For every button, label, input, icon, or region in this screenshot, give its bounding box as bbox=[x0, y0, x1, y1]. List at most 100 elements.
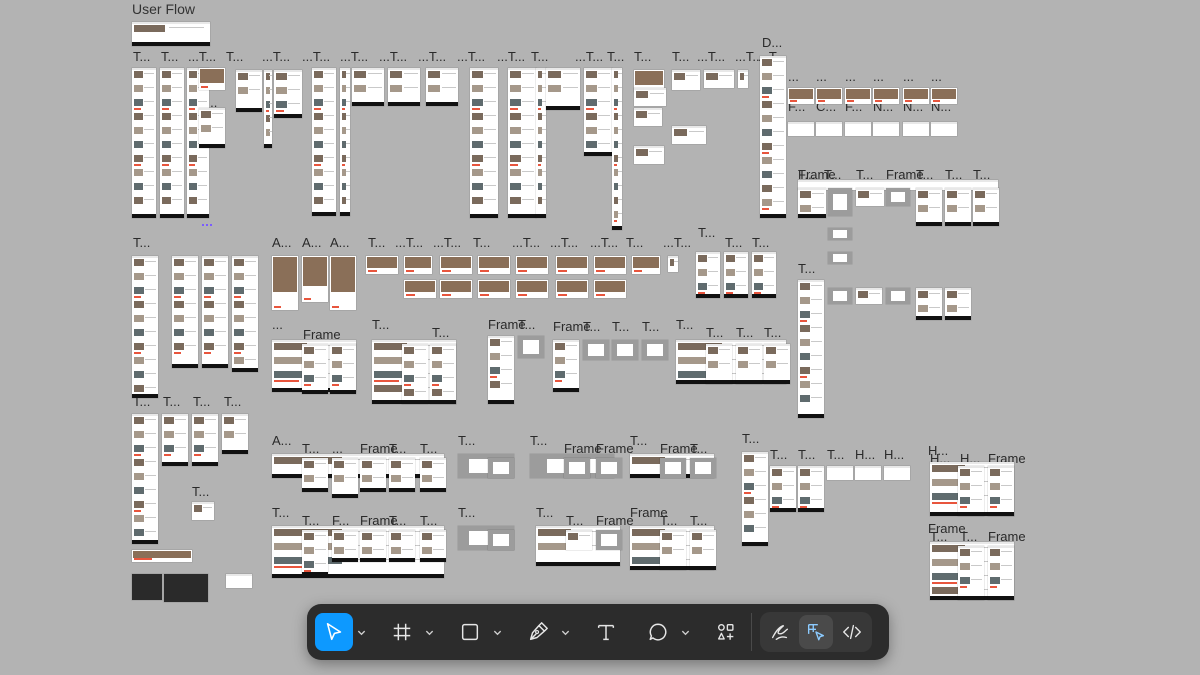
frame-name-label[interactable]: T... bbox=[642, 320, 659, 334]
frame-name-label[interactable]: ...T... bbox=[663, 236, 691, 250]
frame-name-label[interactable]: ... bbox=[816, 70, 827, 84]
frame-thumbnail[interactable] bbox=[302, 530, 328, 576]
frame-thumbnail[interactable] bbox=[226, 574, 252, 588]
frame-thumbnail[interactable] bbox=[690, 458, 716, 478]
frame-thumbnail[interactable] bbox=[764, 344, 790, 384]
frame-thumbnail[interactable] bbox=[264, 70, 272, 148]
frame-thumbnail[interactable] bbox=[426, 68, 458, 106]
frame-thumbnail[interactable] bbox=[132, 68, 156, 218]
frame-thumbnail[interactable] bbox=[330, 256, 356, 310]
frame-name-label[interactable]: T... bbox=[676, 318, 693, 332]
frame-name-label[interactable]: T... bbox=[458, 434, 475, 448]
frame-thumbnail[interactable] bbox=[202, 256, 228, 368]
frame-name-label[interactable]: T... bbox=[798, 262, 815, 276]
frame-thumbnail[interactable] bbox=[988, 466, 1014, 516]
frame-thumbnail[interactable] bbox=[272, 526, 444, 578]
frame-thumbnail[interactable] bbox=[553, 340, 579, 392]
frame-thumbnail[interactable] bbox=[222, 414, 248, 454]
design-canvas[interactable]: User Flow T... T... ...T... T... ...T... ...T… bbox=[0, 0, 1200, 675]
frame-thumbnail[interactable] bbox=[856, 188, 884, 206]
frame-thumbnail[interactable] bbox=[903, 88, 929, 104]
frame-name-label[interactable]: T... bbox=[518, 318, 535, 332]
frame-thumbnail[interactable] bbox=[546, 68, 580, 110]
move-tool-button[interactable] bbox=[315, 613, 353, 651]
frame-thumbnail[interactable] bbox=[388, 68, 420, 106]
dev-mode-button[interactable] bbox=[835, 615, 869, 649]
frame-thumbnail[interactable] bbox=[332, 530, 358, 562]
frame-thumbnail[interactable] bbox=[827, 466, 853, 480]
frame-thumbnail[interactable] bbox=[632, 256, 660, 274]
frame-name-label[interactable]: ... bbox=[873, 70, 884, 84]
frame-thumbnail[interactable] bbox=[596, 458, 622, 478]
frame-name-label[interactable]: ...T... bbox=[395, 236, 423, 250]
frame-thumbnail[interactable] bbox=[828, 228, 852, 240]
frame-thumbnail[interactable] bbox=[873, 122, 899, 136]
frame-name-label[interactable]: T... bbox=[224, 395, 241, 409]
frame-thumbnail[interactable] bbox=[236, 70, 262, 112]
frame-thumbnail[interactable] bbox=[752, 252, 776, 298]
frame-name-label[interactable]: T... bbox=[536, 506, 553, 520]
frame-thumbnail[interactable] bbox=[958, 466, 984, 516]
frame-name-label[interactable]: ...T... bbox=[697, 50, 725, 64]
frame-thumbnail[interactable] bbox=[798, 466, 824, 512]
frame-tool-button[interactable] bbox=[383, 613, 421, 651]
frame-thumbnail[interactable] bbox=[634, 108, 662, 126]
frame-thumbnail[interactable] bbox=[798, 188, 826, 218]
frame-name-label[interactable]: ...T... bbox=[262, 50, 290, 64]
frame-thumbnail[interactable] bbox=[798, 280, 824, 418]
frame-name-label[interactable]: T... bbox=[193, 395, 210, 409]
frame-name-label[interactable]: H... bbox=[855, 448, 875, 462]
frame-name-label[interactable]: T... bbox=[192, 485, 209, 499]
frame-thumbnail[interactable] bbox=[302, 344, 328, 394]
frame-thumbnail[interactable] bbox=[132, 550, 192, 562]
frame-name-label[interactable]: ...T... bbox=[188, 50, 216, 64]
comment-tool-button[interactable] bbox=[639, 613, 677, 651]
frame-name-label[interactable]: T... bbox=[798, 448, 815, 462]
frame-thumbnail[interactable] bbox=[160, 68, 184, 218]
frame-thumbnail[interactable] bbox=[366, 256, 398, 274]
frame-thumbnail[interactable] bbox=[488, 336, 514, 404]
frame-name-label[interactable]: ...T... bbox=[302, 50, 330, 64]
frame-thumbnail[interactable] bbox=[706, 344, 732, 384]
frame-name-label[interactable]: ...T... bbox=[457, 50, 485, 64]
frame-thumbnail[interactable] bbox=[931, 88, 957, 104]
frame-thumbnail[interactable] bbox=[516, 280, 548, 298]
frame-thumbnail[interactable] bbox=[232, 256, 258, 372]
actions-tool-button[interactable] bbox=[707, 613, 745, 651]
shape-tool-dropdown[interactable] bbox=[489, 613, 505, 651]
pen-tool-dropdown[interactable] bbox=[557, 613, 573, 651]
frame-thumbnail[interactable] bbox=[916, 288, 942, 320]
frame-thumbnail[interactable] bbox=[132, 22, 210, 46]
frame-name-label[interactable]: T... bbox=[706, 326, 723, 340]
frame-name-label[interactable]: T... bbox=[368, 236, 385, 250]
frame-thumbnail[interactable] bbox=[958, 546, 984, 600]
frame-thumbnail[interactable] bbox=[816, 88, 842, 104]
frame-thumbnail[interactable] bbox=[132, 256, 158, 398]
frame-name-label[interactable]: T... bbox=[672, 50, 689, 64]
frame-thumbnail[interactable] bbox=[816, 122, 842, 136]
frame-thumbnail[interactable] bbox=[584, 68, 612, 156]
frame-thumbnail[interactable] bbox=[855, 466, 881, 480]
frame-thumbnail[interactable] bbox=[828, 288, 852, 304]
frame-thumbnail[interactable] bbox=[612, 340, 638, 360]
frame-name-label[interactable]: T... bbox=[764, 326, 781, 340]
frame-name-label[interactable]: ... bbox=[845, 70, 856, 84]
pen-tool-button[interactable] bbox=[519, 613, 557, 651]
frame-name-label[interactable]: T... bbox=[458, 506, 475, 520]
frame-thumbnail[interactable] bbox=[760, 56, 786, 218]
frame-thumbnail[interactable] bbox=[274, 70, 302, 118]
frame-thumbnail[interactable] bbox=[873, 88, 899, 104]
frame-thumbnail[interactable] bbox=[272, 454, 444, 478]
frame-name-label[interactable]: A... bbox=[330, 236, 350, 250]
frame-name-label[interactable]: ...T... bbox=[550, 236, 578, 250]
frame-thumbnail[interactable] bbox=[742, 452, 768, 546]
frame-thumbnail[interactable] bbox=[660, 530, 686, 570]
frame-name-label[interactable]: T... bbox=[583, 320, 600, 334]
frame-thumbnail[interactable] bbox=[660, 458, 686, 478]
frame-thumbnail[interactable] bbox=[132, 574, 162, 600]
frame-thumbnail[interactable] bbox=[440, 280, 472, 298]
frame-thumbnail[interactable] bbox=[404, 280, 436, 298]
frame-thumbnail[interactable] bbox=[770, 466, 796, 512]
frame-thumbnail[interactable] bbox=[404, 256, 432, 274]
shape-tool-button[interactable] bbox=[451, 613, 489, 651]
